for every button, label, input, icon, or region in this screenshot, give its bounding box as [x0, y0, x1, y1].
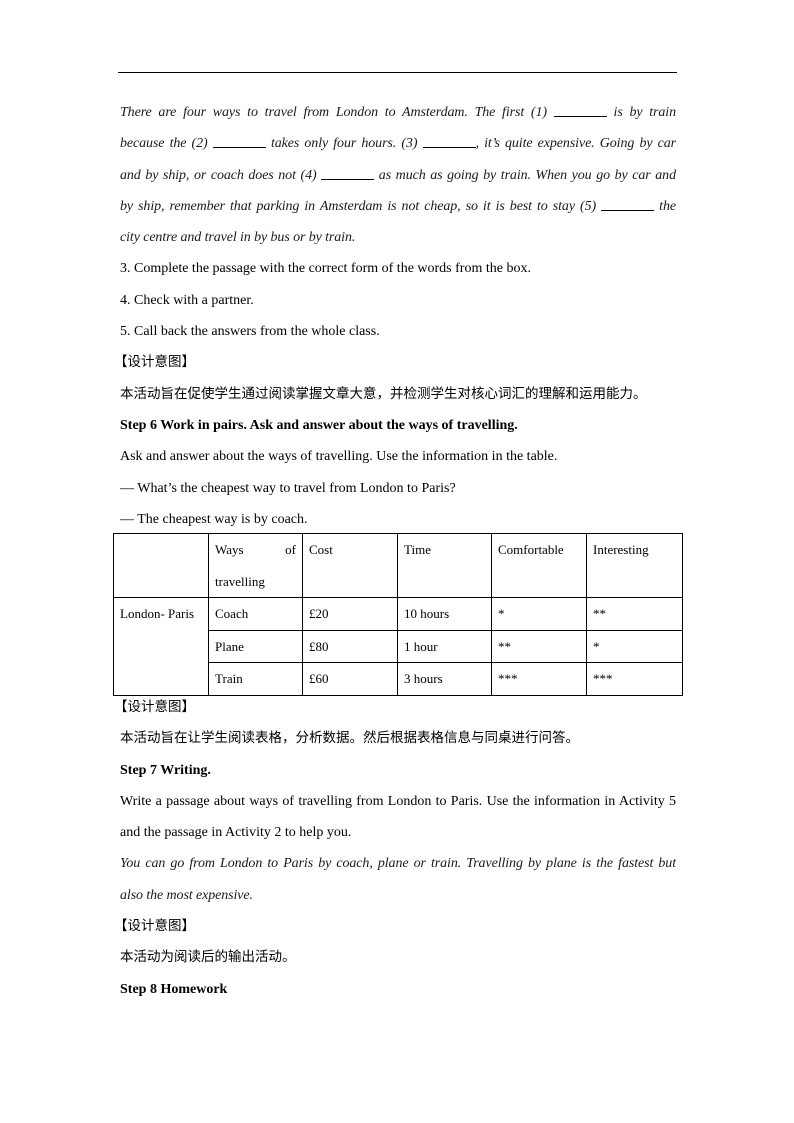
header-cell-interesting: Interesting: [586, 533, 683, 598]
step7-example-2: also the most expensive.: [120, 887, 253, 903]
passage-line-5: city centre and travel in by bus or by t…: [120, 222, 676, 253]
passage-text: as much as going by train. When you go b…: [374, 167, 676, 183]
blank-5[interactable]: [601, 196, 655, 211]
step6-question: — What’s the cheapest way to travel from…: [120, 480, 456, 496]
passage-line-4: by ship, remember that parking in Amster…: [120, 191, 676, 222]
design-intent-heading: 【设计意图】: [114, 918, 195, 935]
step6-instruction: Ask and answer about the ways of travell…: [120, 449, 558, 465]
passage-text: , it’s quite expensive. Going by car: [475, 136, 676, 152]
header-cell-time: Time: [397, 533, 492, 598]
blank-2[interactable]: [212, 133, 266, 149]
step-item-4: 4. Check with a partner.: [120, 292, 254, 308]
table-row: London- Paris Coach £20 10 hours * **: [113, 597, 683, 696]
step8-title: Step 8 Homework: [120, 981, 228, 997]
route-cell: London- Paris: [113, 597, 209, 696]
passage-line-3: and by ship, or coach does not (4) as mu…: [120, 160, 676, 191]
table-cell: 3 hours: [397, 662, 492, 696]
table-cell: £80: [302, 629, 398, 663]
passage-text: because the (2): [120, 136, 213, 152]
blank-3[interactable]: [422, 133, 476, 149]
of-word: of: [285, 542, 296, 557]
design-intent-heading: 【设计意图】: [114, 354, 195, 371]
passage-text: There are four ways to travel from Londo…: [120, 105, 554, 120]
step7-title: Step 7 Writing.: [120, 762, 211, 778]
travelling-word: travelling: [215, 573, 265, 589]
table-cell: 10 hours: [397, 597, 492, 631]
table-cell: *: [491, 597, 587, 631]
lower-content: 【设计意图】 本活动旨在让学生阅读表格，分析数据。然后根据表格信息与同桌进行问答…: [114, 692, 676, 1005]
table-cell: Train: [208, 662, 303, 696]
table-cell: Plane: [208, 629, 303, 663]
header-cell-comfortable: Comfortable: [491, 533, 587, 598]
table-cell: ***: [586, 662, 683, 696]
table-header-row: Ways of travelling Cost Time Comfortable …: [113, 533, 683, 598]
header-cell-empty: [113, 533, 209, 598]
step6-answer: — The cheapest way is by coach.: [120, 511, 308, 527]
design-intent-text-3: 本活动为阅读后的输出活动。: [120, 949, 296, 966]
passage-line-1: There are four ways to travel from Londo…: [120, 97, 676, 128]
table-cell: ***: [491, 662, 587, 696]
passage-text: the: [654, 198, 676, 214]
table-cell: **: [586, 597, 683, 631]
blank-1[interactable]: [553, 102, 607, 117]
header-rule: [118, 72, 677, 73]
table-cell: *: [586, 629, 683, 663]
travel-table: Ways of travelling Cost Time Comfortable …: [113, 533, 683, 696]
step-item-5: 5. Call back the answers from the whole …: [120, 324, 380, 340]
step7-line-2: and the passage in Activity 2 to help yo…: [120, 825, 352, 841]
passage-text: by ship, remember that parking in Amster…: [120, 198, 602, 214]
table-cell: £60: [302, 662, 398, 696]
passage-text: takes only four hours. (3): [265, 136, 423, 152]
header-cell-ways: Ways of travelling: [208, 533, 303, 598]
step7-example-1: You can go from London to Paris by coach…: [120, 856, 676, 872]
header-cell-cost: Cost: [302, 533, 398, 598]
table-cell: **: [491, 629, 587, 663]
step-item-3: 3. Complete the passage with the correct…: [120, 261, 531, 277]
table-cell: £20: [302, 597, 398, 631]
design-intent-heading: 【设计意图】: [114, 699, 195, 715]
upper-content: There are four ways to travel from Londo…: [114, 97, 676, 535]
passage-text: city centre and travel in by bus or by t…: [120, 230, 356, 246]
blank-4[interactable]: [321, 165, 375, 180]
passage-text: and by ship, or coach does not (4): [120, 167, 322, 183]
passage-text: is by train: [606, 105, 676, 120]
design-intent-text-1: 本活动旨在促使学生通过阅读掌握文章大意，并检测学生对核心词汇的理解和运用能力。: [120, 385, 647, 402]
passage-line-2: because the (2) takes only four hours. (…: [120, 128, 676, 159]
step6-title: Step 6 Work in pairs. Ask and answer abo…: [120, 417, 518, 433]
step7-line-1: Write a passage about ways of travelling…: [120, 793, 676, 809]
design-intent-text-2: 本活动旨在让学生阅读表格，分析数据。然后根据表格信息与同桌进行问答。: [120, 730, 579, 747]
ways-word: Ways: [215, 542, 244, 557]
table-cell: 1 hour: [397, 629, 492, 663]
table-cell: Coach: [208, 597, 303, 631]
